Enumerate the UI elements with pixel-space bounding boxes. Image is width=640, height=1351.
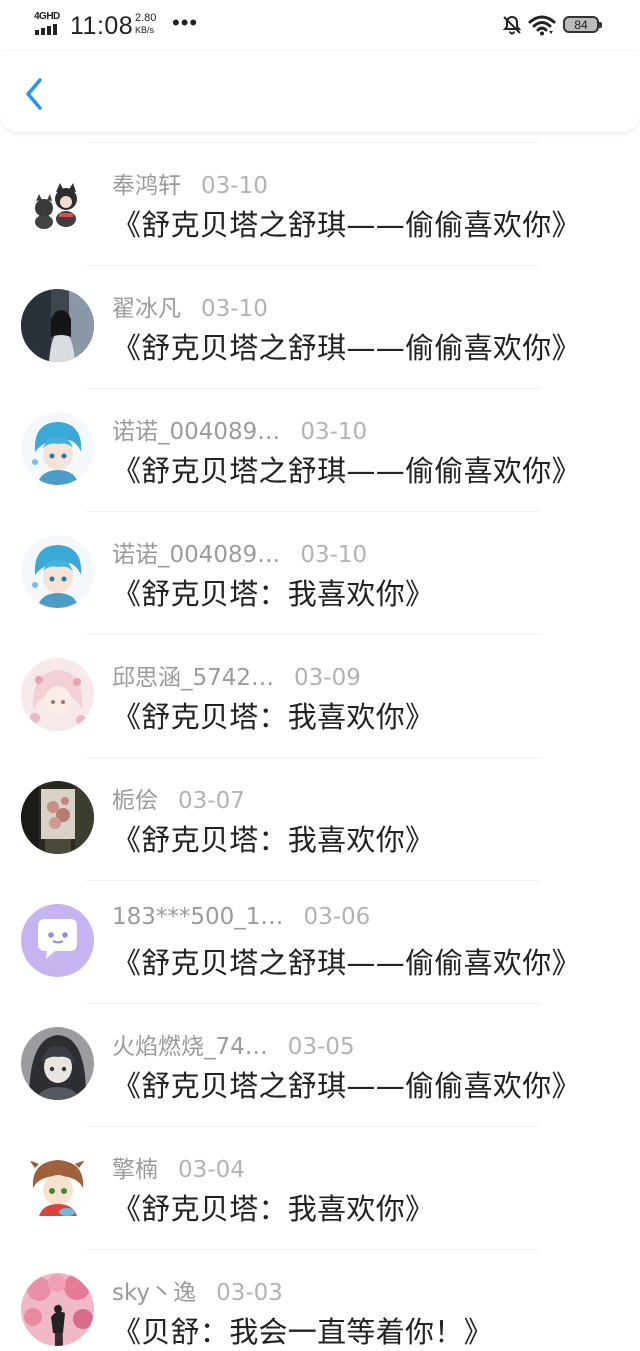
divider — [86, 142, 540, 143]
network-speed: 2.80 KB/s — [135, 13, 156, 36]
work-title[interactable]: 《舒克贝塔之舒琪——偷偷喜欢你》 — [112, 940, 581, 982]
list-item[interactable]: 183***500_1… 03-06 《舒克贝塔之舒琪——偷偷喜欢你》 — [0, 880, 640, 1003]
work-title[interactable]: 《舒克贝塔之舒琪——偷偷喜欢你》 — [112, 448, 581, 490]
author-name[interactable]: 诺诺_004089… — [112, 535, 280, 569]
avatar[interactable] — [21, 1273, 94, 1346]
list-item[interactable]: 擎楠 03-04 《舒克贝塔：我喜欢你》 — [0, 1126, 640, 1249]
item-meta: 诺诺_004089… 03-10 — [112, 412, 367, 446]
list-item[interactable]: 栀侩 03-07 《舒克贝塔：我喜欢你》 — [0, 757, 640, 880]
status-bar: 4GHD 11:08 2.80 KB/s ••• 84 — [0, 0, 640, 52]
clock: 11:08 — [70, 12, 134, 40]
post-date: 03-10 — [201, 173, 268, 199]
list-item[interactable]: 诺诺_004089… 03-10 《舒克贝塔：我喜欢你》 — [0, 511, 640, 634]
list-item[interactable]: 翟冰凡 03-10 《舒克贝塔之舒琪——偷偷喜欢你》 — [0, 265, 640, 388]
author-name[interactable]: 翟冰凡 — [112, 289, 181, 323]
divider — [86, 265, 540, 266]
post-date: 03-05 — [287, 1034, 355, 1060]
list-item[interactable]: 火焰燃烧_74… 03-05 《舒克贝塔之舒琪——偷偷喜欢你》 — [0, 1003, 640, 1126]
avatar[interactable] — [21, 1027, 94, 1100]
network-indicator: 4GHD — [34, 11, 64, 37]
list-item[interactable]: 奉鸿轩 03-10 《舒克贝塔之舒琪——偷偷喜欢你》 — [0, 142, 640, 265]
speed-unit: KB/s — [135, 25, 155, 35]
wifi-icon — [528, 15, 556, 36]
screen: 4GHD 11:08 2.80 KB/s ••• 84 奉鸿轩 03-10 《舒… — [0, 0, 640, 1351]
item-meta: 栀侩 03-07 — [112, 781, 245, 815]
divider — [86, 1003, 540, 1004]
anime-boy-avatar-icon — [21, 1150, 94, 1223]
list-item[interactable]: 邱思涵_5742… 03-09 《舒克贝塔：我喜欢你》 — [0, 634, 640, 757]
author-name[interactable]: 火焰燃烧_74… — [112, 1027, 268, 1061]
signal-icon — [35, 24, 57, 35]
back-button[interactable] — [18, 74, 52, 114]
work-title[interactable]: 《舒克贝塔：我喜欢你》 — [112, 571, 434, 613]
avatar[interactable] — [21, 289, 94, 362]
anime-pink-avatar-icon — [21, 658, 94, 731]
author-name[interactable]: sky丶逸 — [112, 1273, 196, 1307]
anime-blue-avatar-icon — [21, 412, 94, 485]
item-meta: 183***500_1… 03-06 — [112, 904, 370, 930]
divider — [86, 511, 540, 512]
author-name[interactable]: 邱思涵_5742… — [112, 658, 274, 692]
header-bar — [0, 52, 640, 132]
post-date: 03-10 — [201, 296, 268, 322]
item-meta: 奉鸿轩 03-10 — [112, 166, 268, 200]
work-list: 奉鸿轩 03-10 《舒克贝塔之舒琪——偷偷喜欢你》 翟冰凡 03-10 《舒克… — [0, 142, 640, 1351]
item-meta: 翟冰凡 03-10 — [112, 289, 268, 323]
author-name[interactable]: 栀侩 — [112, 781, 158, 815]
cats-avatar-icon — [21, 166, 94, 239]
battery-level: 84 — [574, 17, 588, 32]
author-name[interactable]: 奉鸿轩 — [112, 166, 181, 200]
item-meta: 诺诺_004089… 03-10 — [112, 535, 367, 569]
avatar[interactable] — [21, 166, 94, 239]
work-title[interactable]: 《舒克贝塔：我喜欢你》 — [112, 817, 434, 859]
work-title[interactable]: 《舒克贝塔之舒琪——偷偷喜欢你》 — [112, 325, 581, 367]
divider — [86, 880, 540, 881]
chevron-left-icon — [26, 78, 42, 110]
photo-avatar-icon — [21, 289, 94, 362]
bell-muted-icon — [502, 15, 522, 35]
flower-photo-avatar-icon — [21, 781, 94, 854]
divider — [86, 634, 540, 635]
author-name[interactable]: 诺诺_004089… — [112, 412, 280, 446]
author-name[interactable]: 擎楠 — [112, 1150, 158, 1184]
post-date: 03-07 — [178, 788, 245, 814]
avatar[interactable] — [21, 781, 94, 854]
item-meta: sky丶逸 03-03 — [112, 1273, 283, 1307]
network-type: 4GHD — [34, 11, 60, 22]
divider — [86, 1126, 540, 1127]
work-title[interactable]: 《舒克贝塔之舒琪——偷偷喜欢你》 — [112, 1063, 581, 1105]
speed-value: 2.80 — [135, 12, 157, 24]
list-item[interactable]: sky丶逸 03-03 《贝舒：我会一直等着你！》 — [0, 1249, 640, 1351]
avatar[interactable] — [21, 1150, 94, 1223]
divider — [86, 757, 540, 758]
item-meta: 擎楠 03-04 — [112, 1150, 245, 1184]
more-notifications-icon: ••• — [172, 10, 199, 35]
work-title[interactable]: 《贝舒：我会一直等着你！》 — [112, 1309, 493, 1351]
post-date: 03-03 — [216, 1280, 283, 1306]
work-title[interactable]: 《舒克贝塔：我喜欢你》 — [112, 694, 434, 736]
avatar[interactable] — [21, 412, 94, 485]
avatar[interactable] — [21, 535, 94, 608]
post-date: 03-09 — [294, 665, 361, 691]
list-item[interactable]: 诺诺_004089… 03-10 《舒克贝塔之舒琪——偷偷喜欢你》 — [0, 388, 640, 511]
work-title[interactable]: 《舒克贝塔：我喜欢你》 — [112, 1186, 434, 1228]
post-date: 03-10 — [300, 542, 368, 568]
author-name[interactable]: 183***500_1… — [112, 904, 283, 930]
divider — [86, 1249, 540, 1250]
item-meta: 火焰燃烧_74… 03-05 — [112, 1027, 355, 1061]
avatar[interactable] — [21, 904, 94, 977]
item-meta: 邱思涵_5742… 03-09 — [112, 658, 361, 692]
anime-blue-avatar-icon — [21, 535, 94, 608]
anime-dark-avatar-icon — [21, 1027, 94, 1100]
default-chat-avatar-icon — [21, 904, 94, 977]
post-date: 03-10 — [300, 419, 368, 445]
divider — [86, 388, 540, 389]
work-title[interactable]: 《舒克贝塔之舒琪——偷偷喜欢你》 — [112, 202, 581, 244]
battery-icon: 84 — [563, 16, 602, 33]
avatar[interactable] — [21, 658, 94, 731]
post-date: 03-04 — [178, 1157, 245, 1183]
pink-tree-avatar-icon — [21, 1273, 94, 1346]
post-date: 03-06 — [303, 904, 371, 930]
